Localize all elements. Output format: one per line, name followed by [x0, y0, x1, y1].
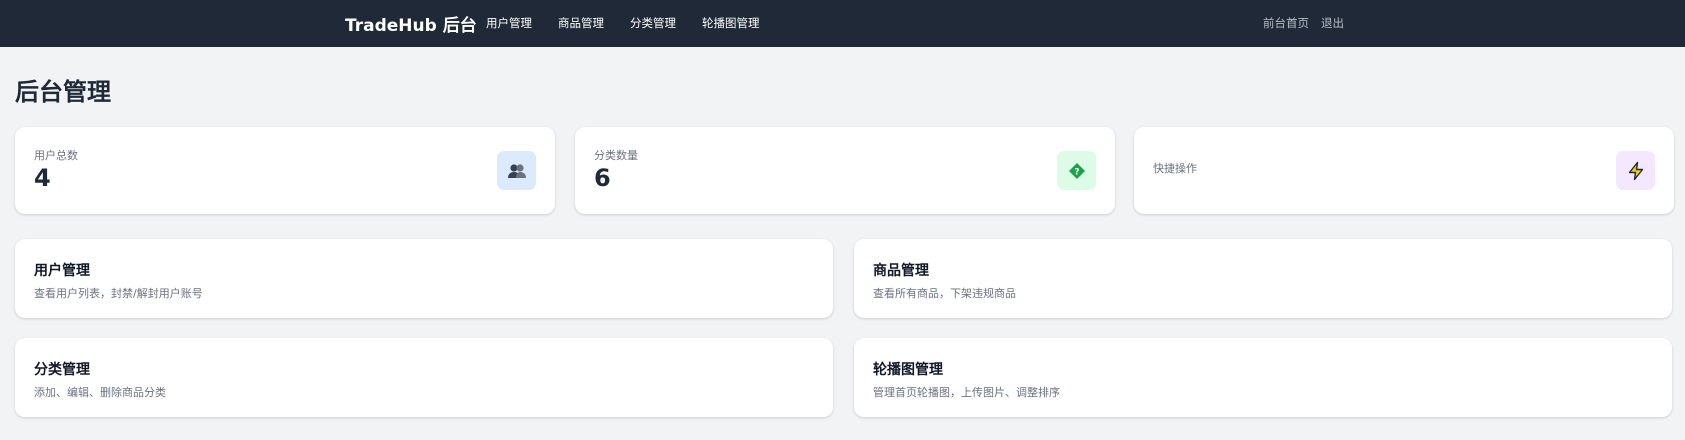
feature-card-category-management[interactable]: 分类管理 添加、编辑、删除商品分类: [15, 338, 833, 417]
nav-banner-management[interactable]: 轮播图管理: [702, 15, 760, 31]
feature-title: 用户管理: [34, 263, 90, 279]
top-navbar: TradeHub 后台 用户管理 商品管理 分类管理 轮播图管理 前台首页 退出: [0, 0, 1685, 47]
page-title: 后台管理: [15, 78, 111, 106]
svg-text:?: ?: [1074, 167, 1079, 177]
logout-link[interactable]: 退出: [1321, 15, 1344, 31]
feature-card-product-management[interactable]: 商品管理 查看所有商品，下架违规商品: [854, 239, 1672, 318]
stat-label: 分类数量: [594, 149, 638, 162]
feature-desc: 管理首页轮播图，上传图片、调整排序: [873, 386, 1060, 399]
main-nav: 用户管理 商品管理 分类管理 轮播图管理: [486, 15, 786, 31]
feature-title: 商品管理: [873, 263, 929, 279]
lightning-icon: [1616, 151, 1655, 190]
stat-value: 4: [34, 164, 51, 192]
feature-card-user-management[interactable]: 用户管理 查看用户列表，封禁/解封用户账号: [15, 239, 833, 318]
front-home-link[interactable]: 前台首页: [1263, 15, 1309, 31]
nav-user-management[interactable]: 用户管理: [486, 15, 532, 31]
stat-card-users: 用户总数 4: [15, 127, 555, 214]
feature-desc: 添加、编辑、删除商品分类: [34, 386, 166, 399]
stat-label: 用户总数: [34, 149, 78, 162]
feature-title: 分类管理: [34, 362, 90, 378]
users-icon: [497, 151, 536, 190]
feature-desc: 查看所有商品，下架违规商品: [873, 287, 1016, 300]
nav-right-links: 前台首页 退出: [1263, 15, 1356, 31]
feature-title: 轮播图管理: [873, 362, 943, 378]
stat-card-quick-actions[interactable]: 快捷操作: [1134, 127, 1674, 214]
brand-title[interactable]: TradeHub 后台: [345, 11, 477, 36]
stat-card-categories: 分类数量 6 ?: [575, 127, 1115, 214]
feature-desc: 查看用户列表，封禁/解封用户账号: [34, 287, 203, 300]
nav-category-management[interactable]: 分类管理: [630, 15, 676, 31]
feature-card-banner-management[interactable]: 轮播图管理 管理首页轮播图，上传图片、调整排序: [854, 338, 1672, 417]
stat-label: 快捷操作: [1153, 162, 1197, 175]
nav-product-management[interactable]: 商品管理: [558, 15, 604, 31]
tag-icon: ?: [1057, 151, 1096, 190]
stat-value: 6: [594, 164, 611, 192]
